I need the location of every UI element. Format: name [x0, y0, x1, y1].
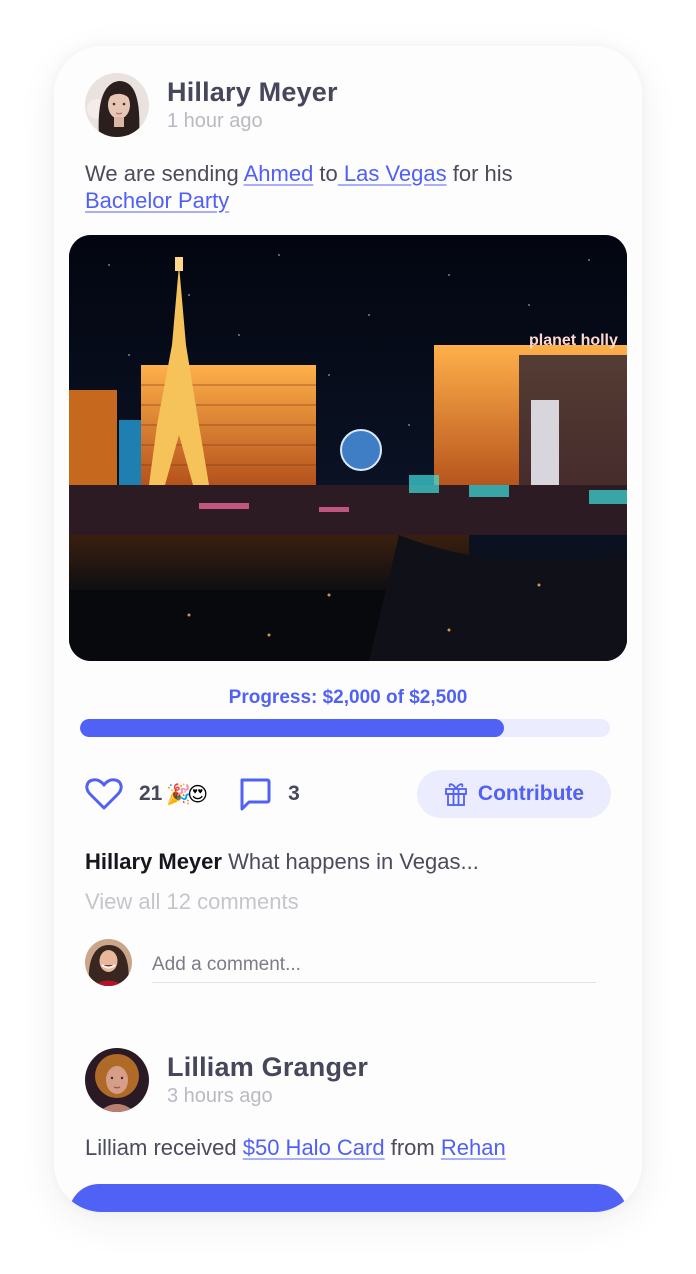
post-text: We are sending Ahmed to Las Vegas for hi… — [85, 160, 605, 214]
contribute-label: Contribute — [477, 782, 585, 805]
progress-fill — [80, 719, 504, 737]
link-bachelor-party[interactable]: Bachelor Party — [85, 188, 229, 213]
post-time: 1 hour ago — [167, 110, 263, 132]
author-name[interactable]: Hillary Meyer — [167, 76, 338, 108]
link-halo-card[interactable]: $50 Halo Card — [243, 1135, 385, 1160]
feed-card: Hillary Meyer 1 hour ago We are sending … — [54, 46, 642, 1212]
link-ahmed[interactable]: Ahmed — [244, 161, 314, 186]
author-name[interactable]: Lilliam Granger — [167, 1051, 368, 1083]
comment-input[interactable] — [152, 942, 596, 983]
comment-count: 3 — [288, 782, 300, 805]
post-header: Lilliam Granger 3 hours ago — [85, 1048, 368, 1112]
planet-hollywood-sign: planet holly — [529, 332, 618, 349]
text-segment: for his — [446, 161, 513, 186]
post-time: 3 hours ago — [167, 1085, 273, 1107]
progress-bar — [80, 719, 610, 737]
view-all-comments-link[interactable]: View all 12 comments — [85, 889, 299, 915]
comments-button[interactable]: 3 — [238, 777, 300, 811]
text-segment: from — [384, 1135, 441, 1160]
post-header: Hillary Meyer 1 hour ago — [85, 73, 338, 137]
text-segment: Lilliam received — [85, 1135, 243, 1160]
post-text: Lilliam received $50 Halo Card from Reha… — [85, 1134, 605, 1161]
heart-icon — [85, 778, 123, 810]
author-avatar[interactable] — [85, 1048, 149, 1112]
add-comment-row — [85, 939, 596, 986]
comment-author[interactable]: Hillary Meyer — [85, 849, 222, 874]
link-rehan[interactable]: Rehan — [441, 1135, 506, 1160]
author-avatar[interactable] — [85, 73, 149, 137]
link-las-vegas[interactable]: Las Vegas — [338, 161, 447, 186]
top-comment: Hillary Meyer What happens in Vegas... — [85, 849, 479, 875]
post-actions: 21 🎉😍 3 Contribute — [85, 770, 611, 818]
next-post-banner[interactable] — [69, 1184, 627, 1212]
like-count: 21 — [139, 782, 163, 805]
current-user-avatar — [85, 939, 132, 986]
progress-label: Progress: $2,000 of $2,500 — [228, 687, 468, 708]
text-segment: to — [313, 161, 338, 186]
comment-icon — [240, 778, 271, 811]
post-image[interactable]: planet holly — [69, 235, 627, 661]
gift-icon — [445, 783, 467, 806]
text-segment: We are sending — [85, 161, 244, 186]
reaction-emojis[interactable]: 🎉😍 — [166, 782, 208, 807]
comment-text: What happens in Vegas... — [228, 849, 479, 874]
contribute-button[interactable]: Contribute — [417, 770, 611, 818]
like-button[interactable]: 21 🎉😍 — [85, 777, 208, 811]
